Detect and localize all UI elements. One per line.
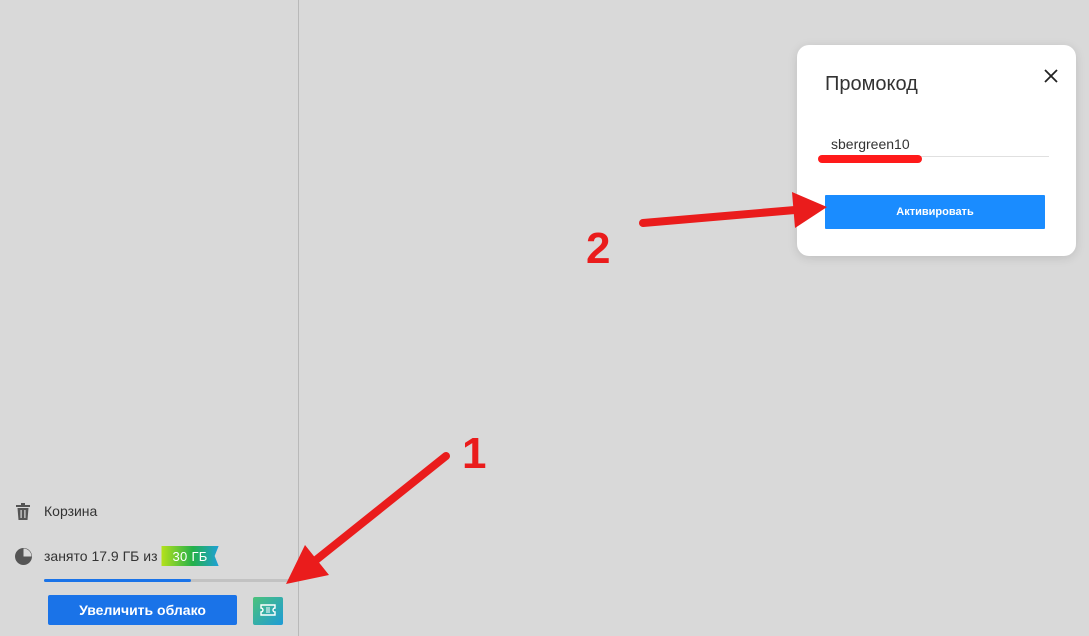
annotation-arrows <box>286 192 827 584</box>
annotation-arrow-2 <box>639 192 827 228</box>
annotation-label-2: 2 <box>586 224 611 273</box>
annotation-label-1: 1 <box>462 429 487 478</box>
annotation-arrow-1 <box>286 452 450 584</box>
